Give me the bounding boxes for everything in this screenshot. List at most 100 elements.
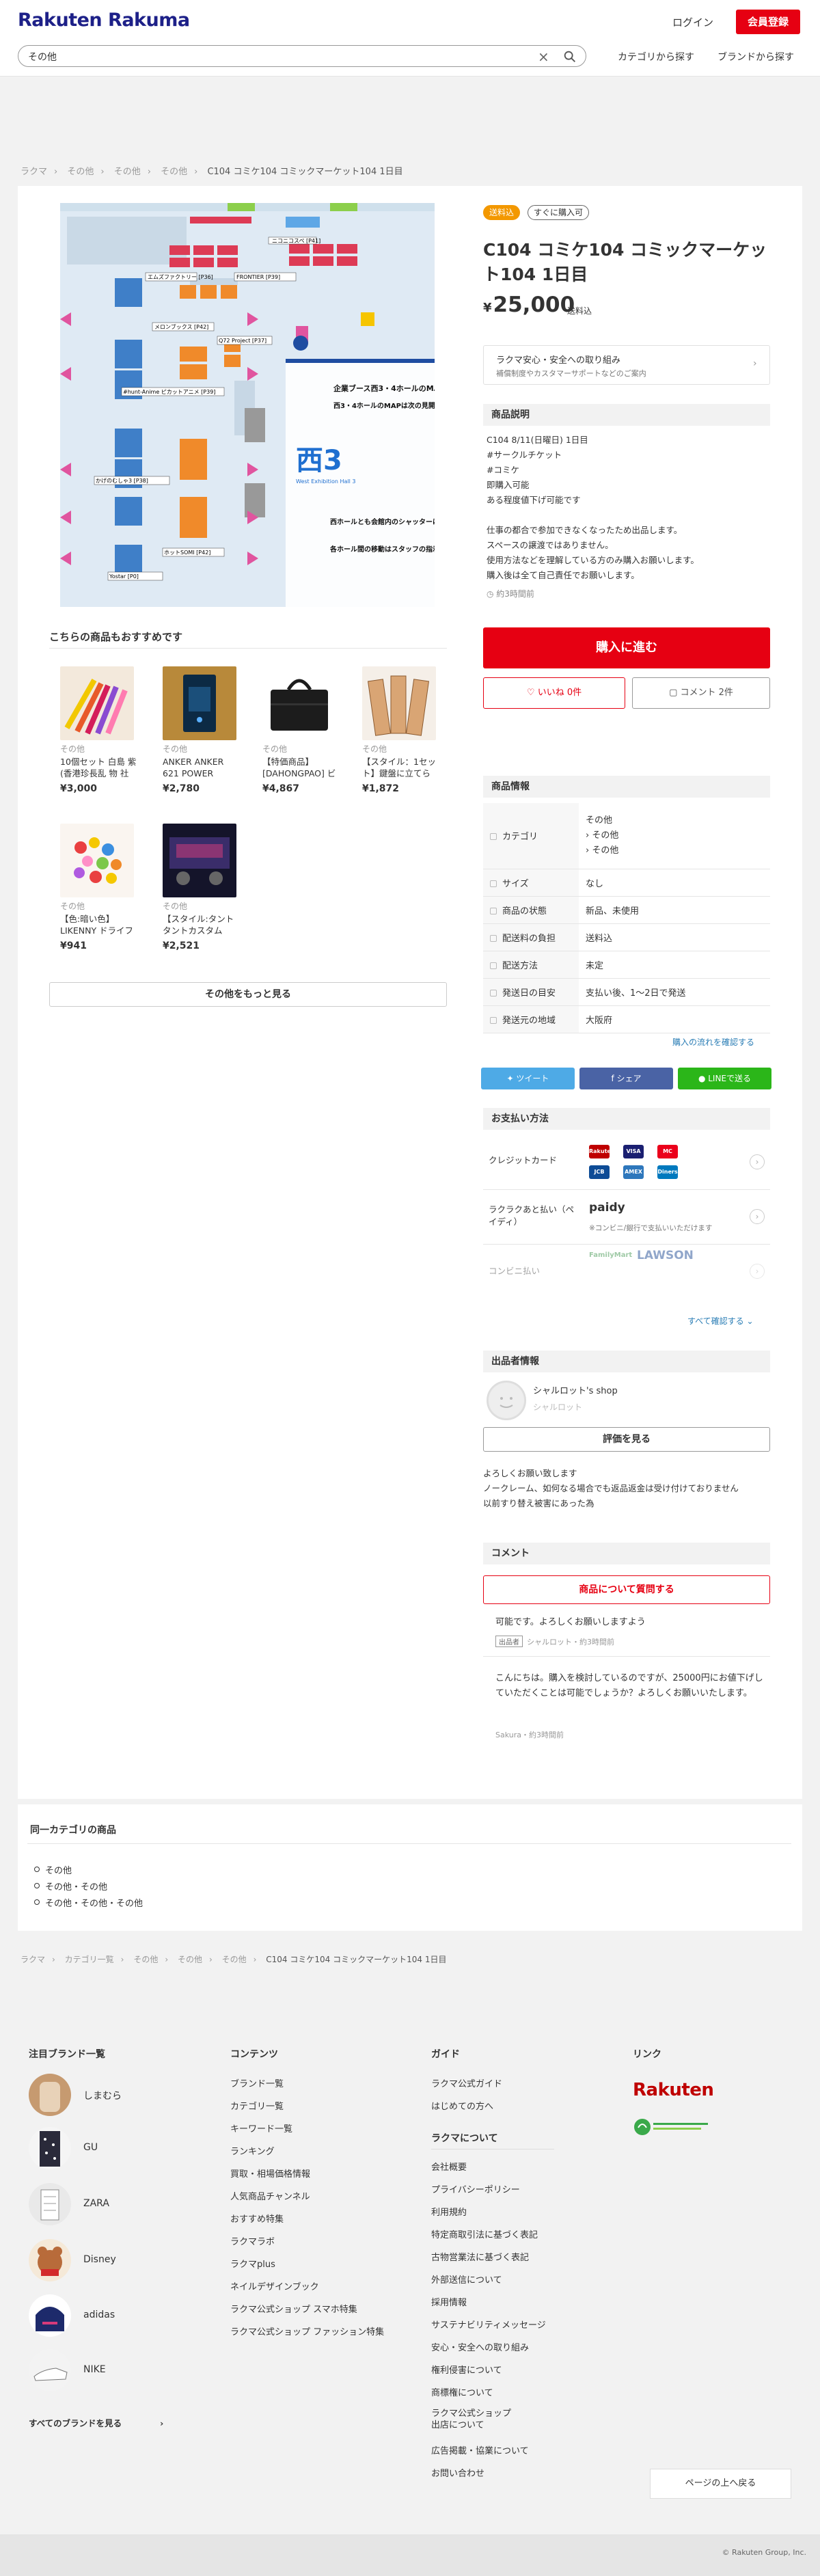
breadcrumb-item[interactable]: ラクマ (20, 167, 47, 177)
login-link[interactable]: ログイン (672, 15, 713, 29)
item-category: その他 (60, 744, 85, 754)
brand-item[interactable]: adidas (29, 2294, 193, 2340)
like-button[interactable]: ♡ いいね 0件 (483, 677, 625, 709)
item-price: ¥4,867 (262, 783, 300, 794)
footer-link[interactable]: ラクマ公式ショップ スマホ特集 (230, 2302, 357, 2315)
footer-link[interactable]: ネイルデザインブック (230, 2279, 319, 2292)
footer-link[interactable]: ラクマ公式ショップ 出店について (431, 2408, 534, 2431)
rakuten-logo[interactable]: Rakuten (633, 2080, 714, 2100)
purchase-button[interactable]: 購入に進む (483, 627, 770, 668)
footer-link[interactable]: キーワード一覧 (230, 2121, 292, 2134)
footer-link[interactable]: ブランド一覧 (230, 2076, 284, 2089)
footer-link[interactable]: ラクマplus (230, 2257, 275, 2270)
recommend-item[interactable]: その他 【色:暗い色】LIKENNY ドライフラワー 200個... ¥941 (60, 824, 137, 951)
category-list-item[interactable]: その他 (34, 1863, 72, 1876)
brand-item[interactable]: ZARA (29, 2183, 193, 2228)
footer-link[interactable]: 権利侵害について (431, 2363, 502, 2376)
recommend-item[interactable]: その他 ANKER ANKER 621 POWER BANK・ブラック ¥2,7… (163, 666, 239, 794)
footer-link[interactable]: 会社概要 (431, 2160, 467, 2173)
breadcrumb-item[interactable]: ラクマ (20, 1955, 45, 1964)
footer-link[interactable]: カテゴリ一覧 (230, 2099, 284, 2112)
search-icon[interactable] (562, 49, 577, 64)
payment-paidy-row[interactable]: ラクラクあと払い（ペイディ） paidy ※コンビニ/銀行で支払いいただけます … (483, 1190, 770, 1245)
footer-link[interactable]: おすすめ特集 (230, 2212, 284, 2225)
back-to-top-button[interactable]: ページの上へ戻る (650, 2469, 791, 2499)
footer-about-heading: ラクマについて (431, 2133, 498, 2144)
footer-link[interactable]: 商標権について (431, 2385, 493, 2398)
search-input[interactable] (28, 50, 520, 64)
category-link[interactable]: その他 (586, 815, 612, 826)
brand-thumbnail (29, 2183, 71, 2225)
category-search-link[interactable]: カテゴリから探す (618, 50, 694, 64)
recommend-item[interactable]: その他 【スタイル：1セット】鍵盤に立てられる大... ¥1,872 (362, 666, 439, 794)
footer-link[interactable]: 採用情報 (431, 2295, 467, 2308)
facebook-share-button[interactable]: f シェア (579, 1068, 673, 1089)
view-all-payment-link[interactable]: すべて確認する ⌄ (687, 1315, 754, 1327)
footer-link[interactable]: 広告掲載・協業について (431, 2443, 529, 2456)
product-image[interactable]: ニコニコスペ [P41] 企業ブース西3・4ホールのMAPです。 (60, 203, 435, 607)
view-reviews-button[interactable]: 評価を見る (483, 1427, 770, 1452)
ask-question-button[interactable]: 商品について質問する (483, 1575, 770, 1604)
brand-search-link[interactable]: ブランドから探す (718, 50, 794, 64)
register-button[interactable]: 会員登録 (736, 10, 800, 34)
item-thumbnail (60, 824, 134, 897)
like-count: いいね 0件 (537, 688, 582, 698)
category-link[interactable]: › その他 (586, 845, 618, 856)
brand-item[interactable]: Disney (29, 2239, 193, 2284)
category-list-item[interactable]: その他・その他 (34, 1880, 107, 1893)
tweet-button[interactable]: ✦ ツイート (481, 1068, 575, 1089)
footer-link[interactable]: ラクマラボ (230, 2234, 275, 2247)
footer-link[interactable]: 利用規約 (431, 2205, 467, 2218)
payment-conv-row[interactable]: コンビニ払い FamilyMart LAWSON › (483, 1245, 770, 1292)
purchase-flow-link[interactable]: 購入の流れを確認する (672, 1036, 754, 1048)
row-key-text: サイズ (502, 878, 529, 889)
footer-link[interactable]: はじめての方へ (431, 2099, 493, 2112)
recommend-item[interactable]: その他 【スタイル:タントタントカスタムLA600LA610... ¥2,521 (163, 824, 239, 951)
clear-icon[interactable]: × (538, 49, 549, 65)
footer-link[interactable]: ランキング (230, 2144, 275, 2157)
footer-link[interactable]: サステナビリティメッセージ (431, 2318, 546, 2331)
safety-info-link[interactable]: ラクマ安心・安全への取り組み 補償制度やカスタマーサポートなどのご案内 › (483, 345, 770, 385)
brand-item[interactable]: しまむら (29, 2074, 193, 2119)
footer-link[interactable]: 安心・安全への取り組み (431, 2340, 529, 2353)
recommend-item[interactable]: その他 10個セット 白島 紫(香港珍長乱 物 社長からの... ¥3,000 (60, 666, 137, 794)
footer-link[interactable]: 特定商取引法に基づく表記 (431, 2227, 538, 2240)
footer-link[interactable]: ラクマ公式ガイド (431, 2076, 502, 2089)
line-share-button[interactable]: ● LINEで送る (678, 1068, 771, 1089)
eco-badge[interactable] (633, 2117, 708, 2137)
breadcrumb-item[interactable]: その他 (178, 1955, 202, 1964)
category-list-item[interactable]: その他・その他・その他 (34, 1896, 143, 1909)
all-brands-label: すべてのブランドを見る (29, 2418, 122, 2428)
footer-link[interactable]: 買取・相場価格情報 (230, 2167, 310, 2180)
item-category: その他 (163, 901, 188, 911)
chevron-down-icon: ⌄ (743, 1316, 754, 1326)
seller-name[interactable]: シャルロット's shop (533, 1383, 618, 1396)
footer-link[interactable]: 古物営業法に基づく表記 (431, 2250, 529, 2263)
more-items-button[interactable]: その他をもっと見る (49, 982, 447, 1007)
visa-icon: VISA (623, 1145, 644, 1158)
footer-link[interactable]: 外部送信について (431, 2273, 502, 2286)
description-line: 購入後は全て自己責任でお願いします。 (487, 570, 640, 580)
breadcrumb-item[interactable]: その他 (114, 167, 141, 177)
rakuma-logo[interactable]: Rakuten Rakuma (18, 10, 190, 31)
footer-link[interactable]: お問い合わせ (431, 2466, 484, 2479)
breadcrumb-item[interactable]: その他 (67, 167, 94, 177)
recommend-item[interactable]: その他 【特価商品】[DAHONGPAO] ビジネスバッグ ... ¥4,867 (262, 666, 339, 794)
footer-link[interactable]: ラクマ公式ショップ ファッション特集 (230, 2324, 392, 2337)
breadcrumb-current: C104 コミケ104 コミックマーケット104 1日目 (207, 167, 403, 177)
payment-credit-row[interactable]: クレジットカード Rakuten VISA MC JCB AMEX Diners… (483, 1135, 770, 1190)
seller-avatar[interactable] (487, 1381, 526, 1420)
comment-button[interactable]: ▢ コメント 2件 (632, 677, 770, 709)
breadcrumb-item[interactable]: その他 (133, 1955, 158, 1964)
brand-item[interactable]: NIKE (29, 2349, 193, 2394)
comment-count: コメント 2件 (680, 688, 733, 698)
all-brands-link[interactable]: すべてのブランドを見る › (29, 2416, 163, 2429)
breadcrumb-item[interactable]: その他 (222, 1955, 247, 1964)
footer-link[interactable]: プライバシーポリシー (431, 2182, 520, 2195)
brand-item[interactable]: GU (29, 2127, 193, 2172)
item-name: 【スタイル：1セット】鍵盤に立てられる大... (362, 757, 436, 778)
breadcrumb-item[interactable]: その他 (161, 167, 187, 177)
breadcrumb-item[interactable]: カテゴリ一覧 (65, 1955, 114, 1964)
category-link[interactable]: › その他 (586, 830, 618, 841)
footer-link[interactable]: 人気商品チャンネル (230, 2189, 310, 2202)
